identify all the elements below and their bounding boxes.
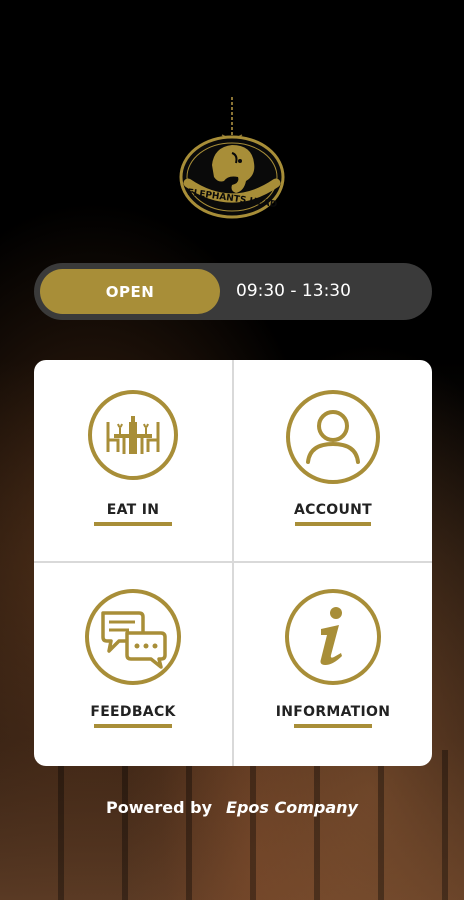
elephants-head-logo-icon: ELEPHANTS HEAD — [174, 95, 290, 223]
dining-table-icon — [88, 390, 178, 480]
eat-in-underline — [94, 522, 172, 526]
opening-hours: 09:30 - 13:30 — [236, 281, 351, 301]
information-label: INFORMATION — [275, 704, 391, 720]
information-underline — [294, 724, 372, 728]
information-button[interactable]: INFORMATION — [234, 563, 432, 764]
epos-company-link[interactable]: Epos Company — [226, 798, 358, 817]
open-status-label: OPEN — [105, 282, 155, 301]
user-icon — [286, 390, 380, 484]
account-underline — [295, 522, 371, 526]
eat-in-label: EAT IN — [106, 502, 160, 518]
account-button[interactable]: ACCOUNT — [234, 360, 432, 561]
eat-in-button[interactable]: EAT IN — [34, 360, 232, 561]
menu-grid: EAT IN ACCOUNT FEEDBACK INFORMATION — [34, 360, 432, 766]
account-label: ACCOUNT — [293, 502, 373, 518]
feedback-button[interactable]: FEEDBACK — [34, 563, 232, 764]
powered-by-label: Powered by — [106, 798, 213, 817]
info-icon — [285, 589, 381, 685]
opening-status-bar: OPEN 09:30 - 13:30 — [34, 263, 432, 320]
feedback-label: FEEDBACK — [90, 704, 176, 720]
feedback-underline — [94, 724, 172, 728]
powered-by-footer: Powered by Epos Company — [0, 798, 464, 817]
open-status-badge: OPEN — [40, 269, 220, 314]
chat-bubbles-icon — [85, 589, 181, 685]
